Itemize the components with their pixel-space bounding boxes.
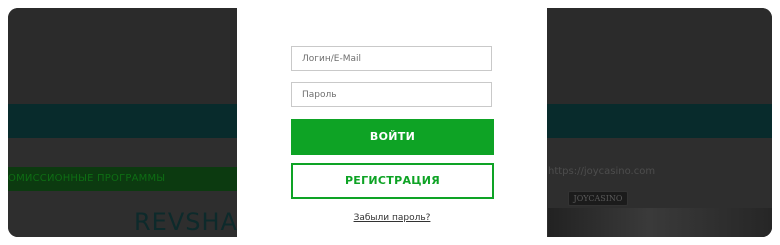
register-button[interactable]: РЕГИСТРАЦИЯ [291,163,494,199]
login-modal: ВОЙТИ РЕГИСТРАЦИЯ Забыли пароль? [237,8,547,237]
login-button[interactable]: ВОЙТИ [291,119,494,155]
background-logo: JOYCASINO [568,191,628,206]
background-menu-bar: ОМИССИОННЫЕ ПРОГРАММЫ [8,167,237,191]
background-url-text: https://joycasino.com [548,166,656,177]
background-image [548,208,772,237]
page-frame: ОМИССИОННЫЕ ПРОГРАММЫ REVSHARE https://j… [8,8,772,237]
forgot-password-link[interactable]: Забыли пароль? [237,213,547,223]
password-input[interactable] [291,82,492,107]
login-email-input[interactable] [291,46,492,71]
